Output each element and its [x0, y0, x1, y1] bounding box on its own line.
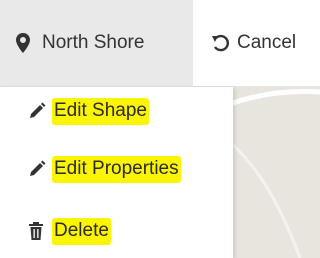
menu-item-edit-shape[interactable]: Edit Shape	[0, 87, 233, 135]
map-toolbar: North Shore Cancel	[0, 0, 320, 86]
pencil-icon	[28, 158, 50, 180]
menu-item-edit-properties[interactable]: Edit Properties	[0, 145, 233, 193]
menu-item-delete[interactable]: Delete	[0, 207, 233, 255]
shape-context-menu: Edit Shape Edit Properties Delete	[0, 86, 233, 258]
menu-item-label: Delete	[52, 217, 111, 245]
menu-item-label: Edit Properties	[52, 155, 181, 183]
location-label: North Shore	[42, 32, 145, 53]
undo-icon	[211, 32, 231, 54]
cancel-button[interactable]: Cancel	[193, 0, 320, 86]
cancel-label: Cancel	[237, 32, 297, 53]
trash-icon	[28, 220, 50, 242]
menu-item-label: Edit Shape	[52, 97, 149, 125]
pencil-icon	[28, 100, 50, 122]
location-button[interactable]: North Shore	[0, 0, 193, 86]
map-marker-icon	[16, 32, 36, 54]
